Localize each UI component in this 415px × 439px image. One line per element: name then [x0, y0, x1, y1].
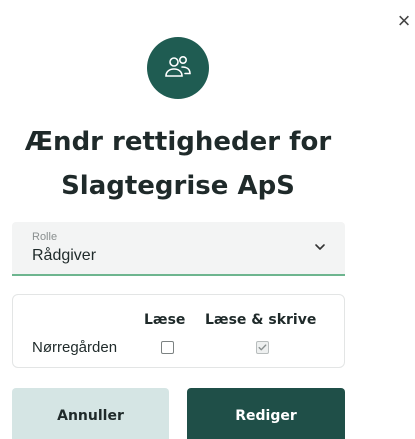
users-icon: [147, 37, 209, 99]
permissions-table: Læse Læse & skrive Nørregården: [12, 294, 345, 368]
edit-button[interactable]: Rediger: [187, 388, 345, 439]
cancel-button[interactable]: Annuller: [12, 388, 169, 439]
dialog-title-line2: Slagtegrise ApS: [61, 171, 295, 201]
role-select-value: Rådgiver: [32, 247, 97, 264]
dialog-title: Ændr rettigheder for Slagtegrise ApS: [0, 120, 356, 208]
checkmark-icon: [258, 344, 267, 351]
role-select-label: Rolle: [32, 231, 58, 243]
dialog-title-line1: Ændr rettigheder for: [24, 127, 332, 157]
column-header-read: Læse: [144, 312, 186, 328]
read-write-checkbox: [256, 341, 269, 354]
role-select[interactable]: Rolle Rådgiver: [12, 222, 345, 276]
column-header-read-write: Læse & skrive: [205, 312, 317, 328]
permissions-dialog: × Ændr rettigheder for Slagtegrise ApS R…: [0, 0, 415, 439]
read-checkbox[interactable]: [161, 341, 174, 354]
permission-row-label: Nørregården: [32, 339, 118, 356]
close-icon[interactable]: ×: [393, 10, 415, 32]
chevron-down-icon: [315, 244, 325, 250]
